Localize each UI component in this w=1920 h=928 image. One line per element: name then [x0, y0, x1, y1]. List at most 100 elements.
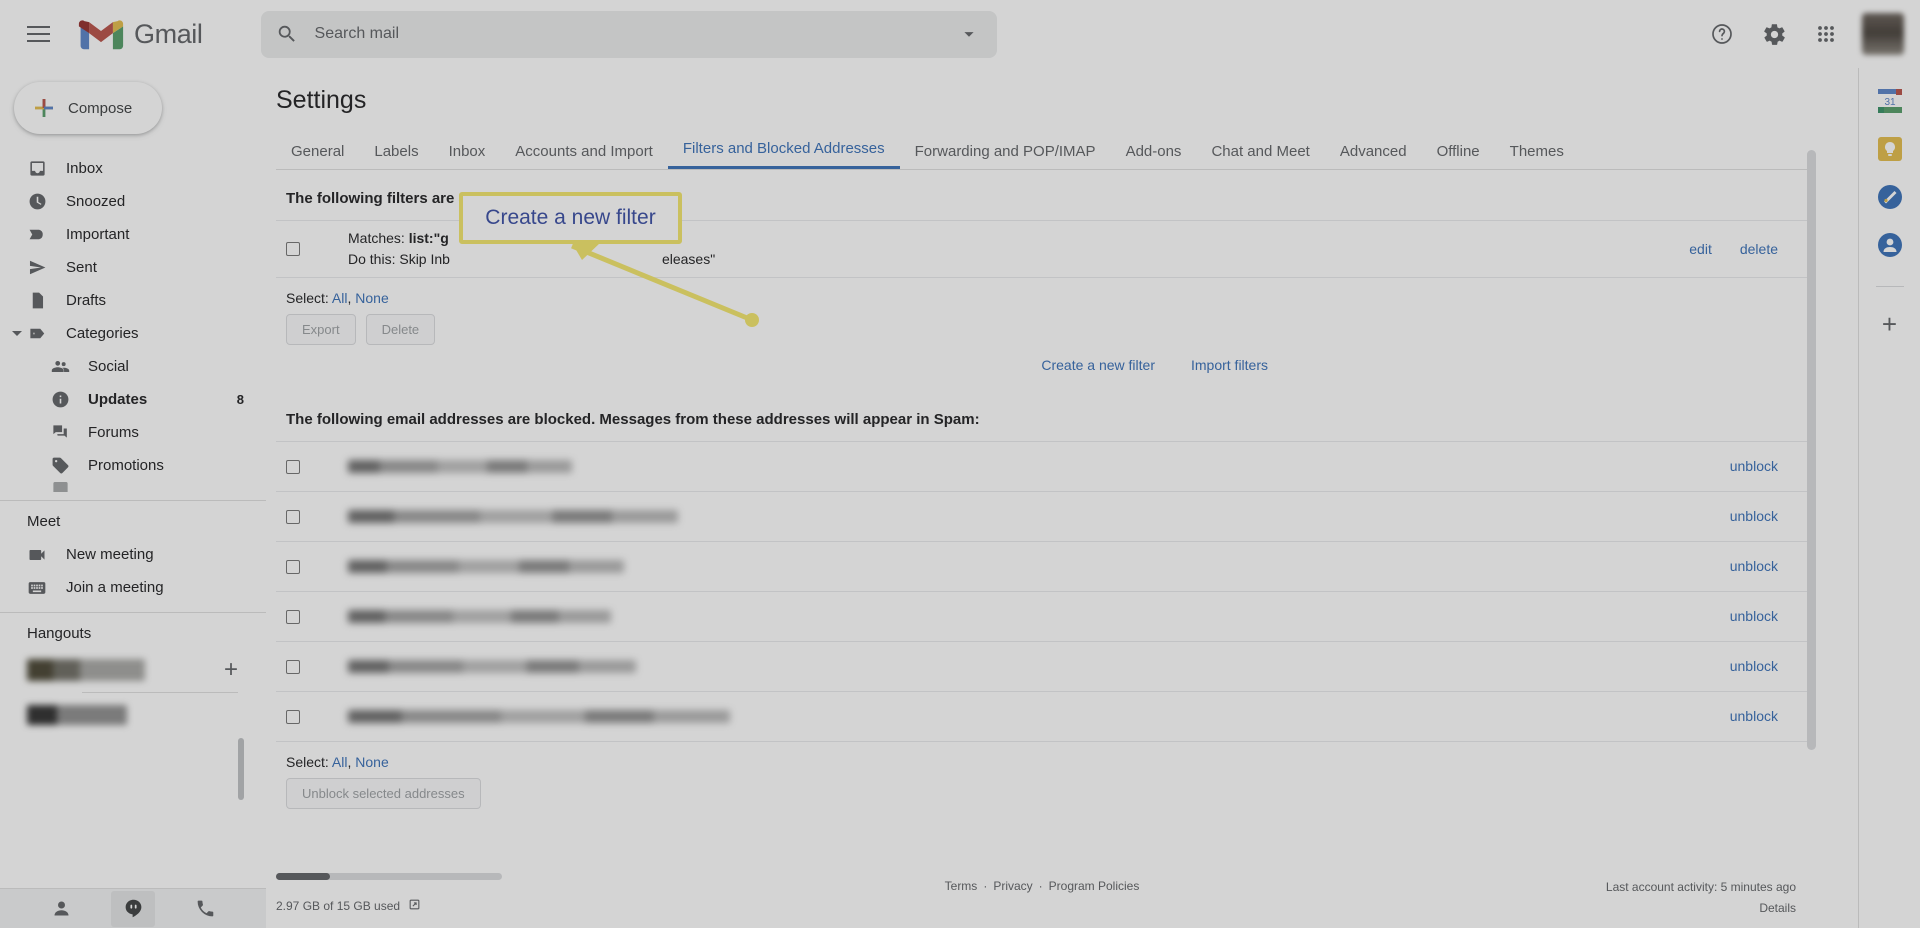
unblock-link[interactable]: unblock — [1730, 558, 1778, 574]
unblock-link[interactable]: unblock — [1730, 608, 1778, 624]
plus-icon[interactable]: + — [224, 658, 238, 682]
unblock-link[interactable]: unblock — [1730, 508, 1778, 524]
sidebar-item-join-meeting[interactable]: Join a meeting — [0, 571, 266, 604]
search-input[interactable] — [308, 25, 947, 43]
delete-button[interactable]: Delete — [365, 314, 436, 345]
blocked-row-checkbox[interactable] — [286, 659, 300, 674]
blocked-email-address — [348, 510, 678, 523]
sidebar-item-partial[interactable] — [0, 482, 266, 492]
compose-button[interactable]: Compose — [14, 82, 162, 134]
chevron-down-icon — [12, 331, 22, 336]
gmail-logo[interactable]: Gmail — [78, 17, 203, 51]
person-icon[interactable] — [39, 891, 83, 927]
privacy-link[interactable]: Privacy — [993, 879, 1032, 893]
google-keep-icon[interactable] — [1877, 136, 1903, 162]
draft-document-icon — [27, 291, 47, 311]
blocked-row-checkbox[interactable] — [286, 459, 300, 474]
tab-chat-and-meet[interactable]: Chat and Meet — [1196, 143, 1324, 169]
details-link[interactable]: Details — [1759, 901, 1796, 915]
hangouts-scrollbar[interactable] — [238, 738, 244, 800]
tab-advanced[interactable]: Advanced — [1325, 143, 1422, 169]
import-filters-link[interactable]: Import filters — [1191, 357, 1268, 373]
chevron-down-icon[interactable] — [947, 12, 991, 56]
google-tasks-icon[interactable] — [1877, 184, 1903, 210]
program-policies-link[interactable]: Program Policies — [1049, 879, 1140, 893]
video-camera-icon — [27, 545, 47, 565]
tab-forwarding-and-pop-imap[interactable]: Forwarding and POP/IMAP — [900, 143, 1111, 169]
sidebar-item-drafts[interactable]: Drafts — [0, 284, 266, 317]
filters-select-all-link[interactable]: All — [332, 290, 348, 306]
callout-text: Create a new filter — [485, 206, 656, 229]
unblock-selected-addresses-button[interactable]: Unblock selected addresses — [286, 778, 481, 809]
blocked-email-address — [348, 560, 624, 573]
hangouts-profile-row[interactable]: + — [0, 650, 266, 690]
sidebar-item-new-meeting[interactable]: New meeting — [0, 538, 266, 571]
unblock-link[interactable]: unblock — [1730, 458, 1778, 474]
blocked-email-address — [348, 710, 730, 723]
export-button[interactable]: Export — [286, 314, 356, 345]
help-icon[interactable] — [1698, 10, 1746, 58]
sidebar-item-categories[interactable]: Categories — [0, 317, 266, 350]
google-calendar-icon[interactable]: 31 — [1877, 88, 1903, 114]
clock-icon — [27, 192, 47, 212]
apps-grid-icon[interactable] — [1802, 10, 1850, 58]
blocked-select-all-link[interactable]: All — [332, 754, 348, 770]
phone-icon[interactable] — [183, 891, 227, 927]
tab-accounts-and-import[interactable]: Accounts and Import — [500, 143, 668, 169]
tab-inbox[interactable]: Inbox — [434, 143, 501, 169]
avatar[interactable] — [1862, 13, 1904, 55]
gmail-logo-icon — [78, 20, 124, 50]
delete-filter-link[interactable]: delete — [1740, 241, 1778, 257]
sidebar-item-important[interactable]: Important — [0, 218, 266, 251]
sidebar-item-updates[interactable]: Updates 8 — [0, 383, 266, 416]
filter-row-checkbox[interactable] — [286, 242, 300, 256]
unblock-link[interactable]: unblock — [1730, 658, 1778, 674]
tab-add-ons[interactable]: Add-ons — [1111, 143, 1197, 169]
sidebar-item-label: Snoozed — [66, 193, 126, 210]
keyboard-icon — [27, 578, 47, 598]
sidebar-item-promotions[interactable]: Promotions — [0, 449, 266, 482]
main-scrollbar[interactable] — [1807, 150, 1816, 750]
blocked-email-address — [348, 610, 611, 623]
people-icon — [50, 357, 70, 377]
hangouts-icon[interactable] — [111, 890, 155, 927]
search-icon[interactable] — [265, 12, 309, 56]
footer-links: Terms · Privacy · Program Policies — [945, 879, 1140, 893]
hangouts-contact-row[interactable] — [0, 695, 266, 735]
blocked-row-checkbox[interactable] — [286, 609, 300, 624]
forum-icon — [50, 423, 70, 443]
tab-labels[interactable]: Labels — [359, 143, 433, 169]
blocked-row-checkbox[interactable] — [286, 509, 300, 524]
tab-filters-and-blocked-addresses[interactable]: Filters and Blocked Addresses — [667, 140, 900, 169]
sidebar-item-inbox[interactable]: Inbox — [0, 152, 266, 185]
sidebar-item-label: Sent — [66, 259, 97, 276]
send-icon — [27, 258, 47, 278]
filters-select-none-link[interactable]: None — [355, 290, 388, 306]
edit-filter-link[interactable]: edit — [1689, 241, 1712, 257]
tab-themes[interactable]: Themes — [1495, 143, 1579, 169]
blocked-row-checkbox[interactable] — [286, 559, 300, 574]
unblock-link[interactable]: unblock — [1730, 708, 1778, 724]
sidebar-item-forums[interactable]: Forums — [0, 416, 266, 449]
blocked-select-none-link[interactable]: None — [355, 754, 388, 770]
sidebar-item-social[interactable]: Social — [0, 350, 266, 383]
terms-link[interactable]: Terms — [945, 879, 978, 893]
plus-icon[interactable]: + — [1882, 311, 1897, 337]
sidebar-item-snoozed[interactable]: Snoozed — [0, 185, 266, 218]
create-new-filter-link[interactable]: Create a new filter — [1041, 357, 1155, 373]
hangouts-divider — [82, 692, 238, 693]
sidebar-item-label: Categories — [66, 325, 139, 342]
search-bar[interactable] — [260, 10, 997, 58]
tab-offline[interactable]: Offline — [1422, 143, 1495, 169]
hamburger-icon[interactable] — [14, 10, 62, 58]
footer-sep-2: · — [1038, 879, 1043, 893]
table-row: unblock — [276, 642, 1808, 692]
open-in-new-icon[interactable] — [408, 898, 421, 914]
google-contacts-icon[interactable] — [1877, 232, 1903, 258]
tab-general[interactable]: General — [276, 143, 359, 169]
last-activity-text: Last account activity: 5 minutes ago — [1605, 880, 1796, 894]
blocked-row-checkbox[interactable] — [286, 709, 300, 724]
settings-content: The following filters are applied to all… — [266, 170, 1818, 835]
sidebar-item-sent[interactable]: Sent — [0, 251, 266, 284]
gear-icon[interactable] — [1750, 10, 1798, 58]
